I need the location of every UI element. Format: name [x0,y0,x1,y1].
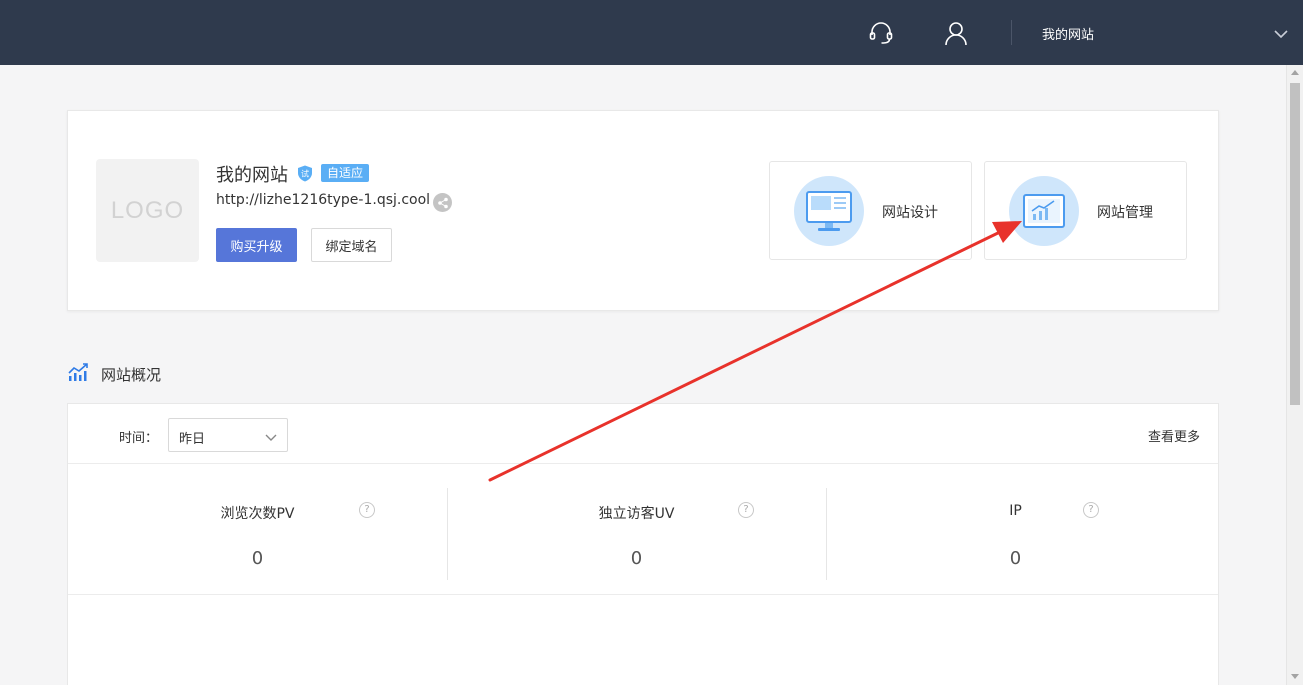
trend-chart-icon [68,362,89,386]
help-icon[interactable]: ? [359,502,375,518]
stat-label: 浏览次数PV [68,503,447,523]
headset-icon[interactable] [866,18,896,48]
scroll-up-arrow[interactable] [1291,70,1299,75]
website-manage-tile[interactable]: 网站管理 [984,161,1187,260]
monitor-design-icon [794,176,864,246]
stat-pv-label: 浏览次数PV [220,506,295,522]
stat-label: 独立访客UV [447,503,826,523]
stat-uv-label: 独立访客UV [598,506,675,522]
stat-pv: 浏览次数PV ? 0 [68,488,447,580]
overview-section-title: 网站概况 [68,362,162,386]
top-navigation-bar: 我的网站 [0,0,1303,65]
topbar-divider [1011,20,1012,45]
site-title: 我的网站 [216,165,288,186]
logo-placeholder-text: LOGO [110,196,185,224]
chevron-down-icon [264,429,278,441]
page-scrollbar[interactable] [1286,65,1303,685]
stat-uv-value: 0 [630,548,643,569]
overview-title: 网站概况 [101,365,162,384]
stat-uv: 独立访客UV ? 0 [447,488,826,580]
stat-pv-value: 0 [251,548,264,569]
bind-domain-button[interactable]: 绑定域名 [311,228,392,262]
site-url[interactable]: http://lizhe1216type-1.qsj.cool [216,192,430,208]
share-icon[interactable] [433,193,452,212]
scrollbar-thumb[interactable] [1290,83,1300,405]
time-filter-label: 时间： [119,431,159,446]
time-range-select[interactable]: 昨日 [168,418,288,452]
chevron-down-icon[interactable] [1273,26,1289,40]
trial-shield-icon: 试 [297,165,313,182]
site-switcher-label[interactable]: 我的网站 [1042,24,1094,43]
site-info-card: LOGO 我的网站 试 自适应 http://lizhe1216type-1.q… [67,110,1219,311]
website-manage-label: 网站管理 [1097,205,1153,221]
responsive-badge: 自适应 [321,164,370,182]
upgrade-button[interactable]: 购买升级 [216,228,297,262]
user-icon[interactable] [941,18,971,48]
help-icon[interactable]: ? [1083,502,1099,518]
stat-ip-label: IP [1009,503,1022,519]
site-logo-placeholder[interactable]: LOGO [96,159,199,262]
site-overview-card: 时间： 昨日 查看更多 浏览次数PV ? 0 独立访客UV ? 0 IP ? 0 [67,403,1219,685]
scroll-down-arrow[interactable] [1291,674,1299,679]
trial-badge-text: 试 [301,169,309,179]
time-range-value: 昨日 [179,432,206,447]
stat-label: IP [826,503,1205,519]
website-design-label: 网站设计 [882,205,938,221]
stat-ip-value: 0 [1009,548,1022,569]
stats-bottom-divider [68,594,1218,595]
overview-header-divider [68,463,1218,464]
stat-ip: IP ? 0 [826,488,1205,580]
chart-manage-icon [1009,176,1079,246]
help-icon[interactable]: ? [738,502,754,518]
view-more-link[interactable]: 查看更多 [1148,426,1200,445]
website-design-tile[interactable]: 网站设计 [769,161,972,260]
